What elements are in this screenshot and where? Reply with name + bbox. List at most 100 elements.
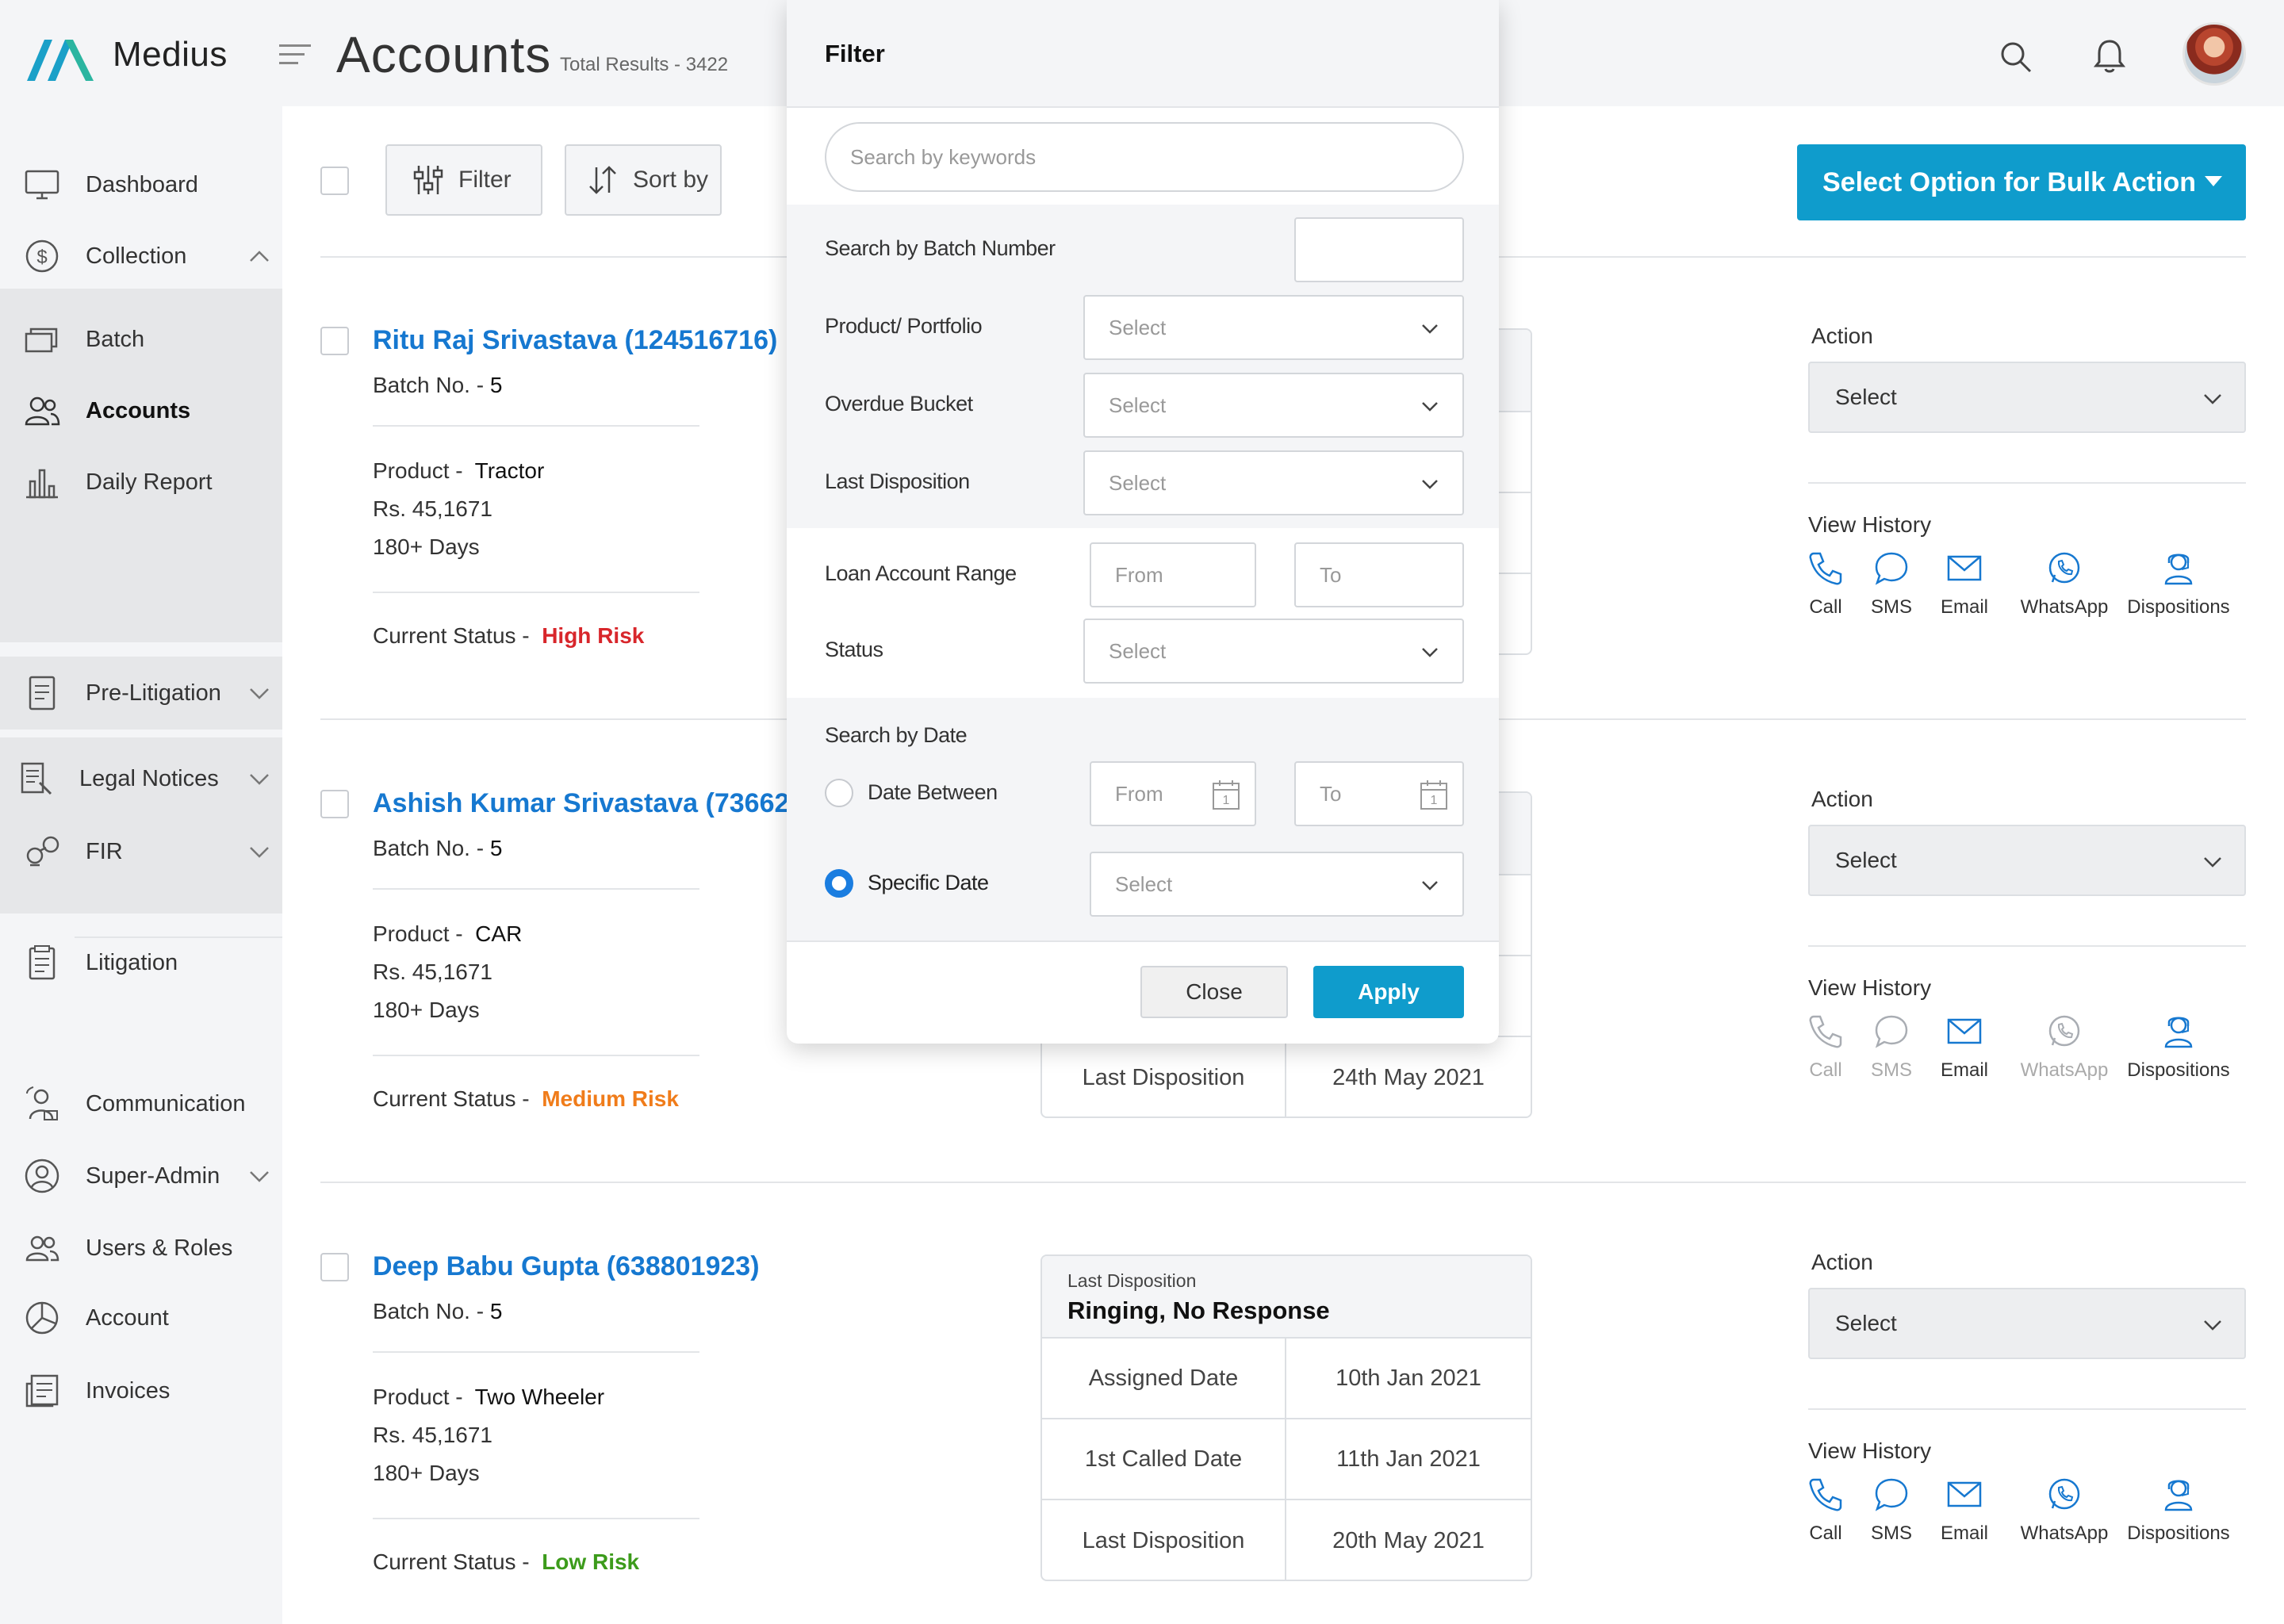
- select-value: Select: [1109, 470, 1167, 495]
- account-name-link[interactable]: Deep Babu Gupta (638801923): [373, 1251, 760, 1282]
- channel-dispositions-button[interactable]: Dispositions: [2119, 1477, 2238, 1545]
- sidebar-label: Super-Admin: [86, 1162, 220, 1189]
- search-icon[interactable]: [1998, 40, 2033, 75]
- product-portfolio-label: Product/ Portfolio: [825, 314, 983, 338]
- select-all-checkbox[interactable]: [320, 167, 349, 195]
- sidebar-item-account[interactable]: Account: [0, 1286, 282, 1350]
- channel-label: WhatsApp: [2020, 1059, 2109, 1081]
- channel-dispositions-button[interactable]: Dispositions: [2119, 550, 2238, 619]
- overdue-bucket-select[interactable]: Select: [1083, 373, 1464, 438]
- account-name-link[interactable]: Ritu Raj Srivastava (124516716): [373, 325, 777, 356]
- channel-label: Email: [1940, 1059, 1988, 1081]
- date-between-radio[interactable]: [825, 779, 853, 807]
- filter-footer-divider: [787, 940, 1499, 942]
- disposition-row-label: Last Disposition: [1042, 1500, 1286, 1580]
- whatsapp-icon: [2048, 552, 2080, 584]
- svg-text:$: $: [36, 247, 47, 268]
- calendar-icon[interactable]: 1: [1420, 779, 1448, 810]
- channel-dispositions-button[interactable]: Dispositions: [2119, 1013, 2238, 1082]
- disposition-row-label: Last Disposition: [1042, 1037, 1286, 1116]
- sidebar-label: Pre-Litigation: [86, 680, 221, 706]
- caret-down-icon: [2205, 176, 2222, 186]
- date-from-input[interactable]: From 1: [1090, 761, 1256, 826]
- sidebar-item-batch[interactable]: Batch: [0, 308, 282, 371]
- chevron-down-icon: [2204, 394, 2221, 404]
- sidebar-item-communication[interactable]: Communication: [0, 1072, 282, 1136]
- brand-name: Medius: [113, 35, 228, 74]
- disposition-row: Last Disposition 24th May 2021: [1042, 1037, 1531, 1116]
- channel-whatsapp-button[interactable]: WhatsApp: [2005, 1013, 2124, 1082]
- dollar-icon: $: [25, 239, 59, 273]
- communication-icon: [26, 1086, 58, 1120]
- specific-date-radio[interactable]: [825, 869, 853, 898]
- product-value: Tractor: [474, 458, 545, 483]
- disposition-row-value: 11th Jan 2021: [1336, 1446, 1481, 1472]
- sidebar-item-collection[interactable]: $ Collection: [0, 224, 282, 288]
- email-icon: [1947, 1018, 1982, 1044]
- whatsapp-icon: [2048, 1478, 2080, 1510]
- status-badge: High Risk: [542, 623, 645, 648]
- close-button[interactable]: Close: [1140, 966, 1288, 1018]
- channel-whatsapp-button[interactable]: WhatsApp: [2005, 550, 2124, 619]
- sidebar-item-litigation[interactable]: Litigation: [0, 931, 282, 994]
- sidebar-label: Collection: [86, 243, 187, 269]
- channel-whatsapp-button[interactable]: WhatsApp: [2005, 1477, 2124, 1545]
- sidebar-item-super-admin[interactable]: Super-Admin: [0, 1144, 282, 1208]
- loan-range-to-input[interactable]: To: [1294, 542, 1464, 607]
- batch-number-input[interactable]: [1294, 217, 1464, 282]
- total-results: Total Results - 3422: [560, 54, 729, 75]
- users-roles-icon: [25, 1235, 59, 1262]
- sidebar-item-fir[interactable]: FIR: [0, 820, 282, 883]
- product-portfolio-select[interactable]: Select: [1083, 295, 1464, 360]
- account-checkbox[interactable]: [320, 327, 349, 355]
- account-checkbox[interactable]: [320, 790, 349, 818]
- divider: [373, 1518, 699, 1519]
- chevron-down-icon: [250, 1171, 269, 1182]
- sidebar-label: Communication: [86, 1090, 246, 1116]
- apply-button[interactable]: Apply: [1313, 966, 1464, 1018]
- divider: [373, 425, 699, 427]
- specific-date-select[interactable]: Select: [1090, 852, 1464, 917]
- sidebar-item-dashboard[interactable]: Dashboard: [0, 153, 282, 216]
- sidebar-item-pre-litigation[interactable]: Pre-Litigation: [0, 661, 282, 725]
- hamburger-menu-icon[interactable]: [279, 43, 311, 67]
- disposition-row-value: 10th Jan 2021: [1336, 1365, 1481, 1391]
- select-value: Select: [1109, 638, 1167, 663]
- sidebar-label: Accounts: [86, 397, 191, 423]
- keyword-search-input[interactable]: Search by keywords: [825, 122, 1464, 192]
- action-select[interactable]: Select: [1808, 825, 2246, 896]
- account-checkbox[interactable]: [320, 1253, 349, 1281]
- account-name-link[interactable]: Ashish Kumar Srivastava (736622: [373, 788, 804, 819]
- sidebar-item-legal-notices[interactable]: Legal Notices: [0, 747, 282, 810]
- date-to-input[interactable]: To 1: [1294, 761, 1464, 826]
- calendar-icon[interactable]: 1: [1212, 779, 1240, 810]
- loan-range-from-input[interactable]: From: [1090, 542, 1256, 607]
- fir-icon: [26, 836, 59, 867]
- status-select[interactable]: Select: [1083, 619, 1464, 684]
- status-badge: Medium Risk: [542, 1086, 679, 1111]
- action-select[interactable]: Select: [1808, 362, 2246, 433]
- sort-button[interactable]: Sort by: [565, 144, 722, 216]
- batch-label: Batch No. -: [373, 373, 485, 397]
- sidebar-label: Users & Roles: [86, 1235, 233, 1261]
- document-icon: [29, 676, 56, 710]
- bell-icon[interactable]: [2094, 36, 2125, 75]
- sidebar: Dashboard $ Collection Batch Accounts Da…: [0, 106, 282, 1624]
- bulk-action-dropdown[interactable]: Select Option for Bulk Action: [1797, 144, 2246, 220]
- sidebar-item-accounts[interactable]: Accounts: [0, 379, 282, 442]
- current-status: Current Status - Medium Risk: [373, 1086, 679, 1112]
- user-avatar[interactable]: [2182, 22, 2246, 86]
- sidebar-label: Dashboard: [86, 171, 198, 197]
- action-select[interactable]: Select: [1808, 1288, 2246, 1359]
- last-disposition-select[interactable]: Select: [1083, 450, 1464, 515]
- sidebar-item-users-roles[interactable]: Users & Roles: [0, 1216, 282, 1280]
- chevron-down-icon: [1422, 402, 1438, 412]
- email-icon: [1947, 555, 1982, 581]
- filter-button[interactable]: Filter: [385, 144, 542, 216]
- sidebar-item-invoices[interactable]: Invoices: [0, 1359, 282, 1423]
- invoice-icon: [25, 1374, 59, 1408]
- sidebar-item-daily-report[interactable]: Daily Report: [0, 450, 282, 514]
- email-icon: [1947, 1481, 1982, 1507]
- batch-label: Batch No. -: [373, 1299, 485, 1323]
- litigation-icon: [29, 945, 56, 980]
